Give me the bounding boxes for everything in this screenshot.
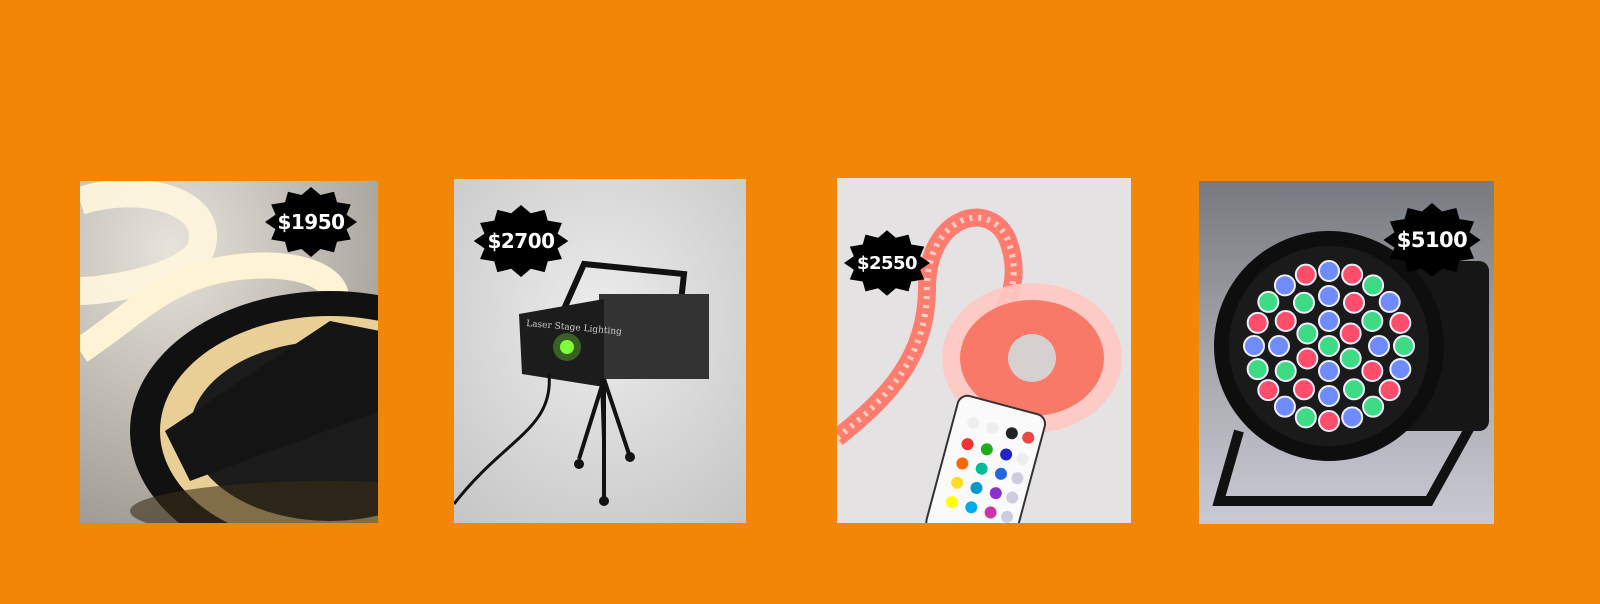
led-bulb [1389,311,1412,334]
price-badge: $2700 [473,205,569,277]
led-bulb [1268,335,1290,357]
led-bulb [1361,360,1384,382]
led-bulb [1318,260,1340,282]
led-bulb [1296,322,1319,345]
led-bulb [1318,335,1340,357]
led-bulb [1343,378,1365,401]
led-bulb [1318,360,1340,382]
led-bulb [1273,274,1296,297]
led-bulb [1246,311,1269,334]
led-bulb [1318,310,1340,332]
led-bulb [1368,335,1390,357]
price-label: $1950 [277,210,345,234]
led-bulb [1274,310,1297,332]
led-bulb [1341,406,1364,429]
led-bulb [1243,335,1265,357]
price-badge: $1950 [265,187,357,257]
product-card-par-light[interactable]: $5100 [1199,181,1494,524]
price-label: $5100 [1396,228,1468,252]
product-card-rgb-strip[interactable]: $2550 [837,178,1131,523]
led-bulb [1257,290,1280,313]
led-bulb [1294,406,1317,429]
led-bulb [1293,378,1315,401]
led-bulb [1273,395,1296,418]
led-bulb [1343,291,1365,314]
led-bulb [1296,347,1319,370]
led-bulb [1257,379,1280,402]
led-bulb [1378,379,1401,402]
price-label: $2700 [487,229,555,253]
led-bulb [1339,347,1362,370]
led-bulb [1341,263,1364,286]
product-card-laser-light[interactable]: Laser Stage Lighting $2700 [454,179,746,523]
led-bulb [1318,385,1340,407]
led-bulb [1318,410,1340,432]
led-bulb [1378,290,1401,313]
led-bulb [1361,310,1384,332]
price-label: $2550 [856,252,918,274]
product-card-led-strip[interactable]: $1950 [80,181,378,523]
led-bulb [1246,358,1269,381]
led-bulb [1393,335,1415,357]
led-bulb [1274,360,1297,382]
led-bulb [1318,285,1340,307]
led-bulb [1362,274,1385,297]
led-bulb [1389,358,1412,381]
led-bulb [1294,263,1317,286]
led-bulb [1339,322,1362,345]
price-badge: $2550 [844,230,930,296]
led-bulb [1362,395,1385,418]
led-bulb [1293,291,1315,314]
price-badge: $5100 [1383,203,1481,277]
